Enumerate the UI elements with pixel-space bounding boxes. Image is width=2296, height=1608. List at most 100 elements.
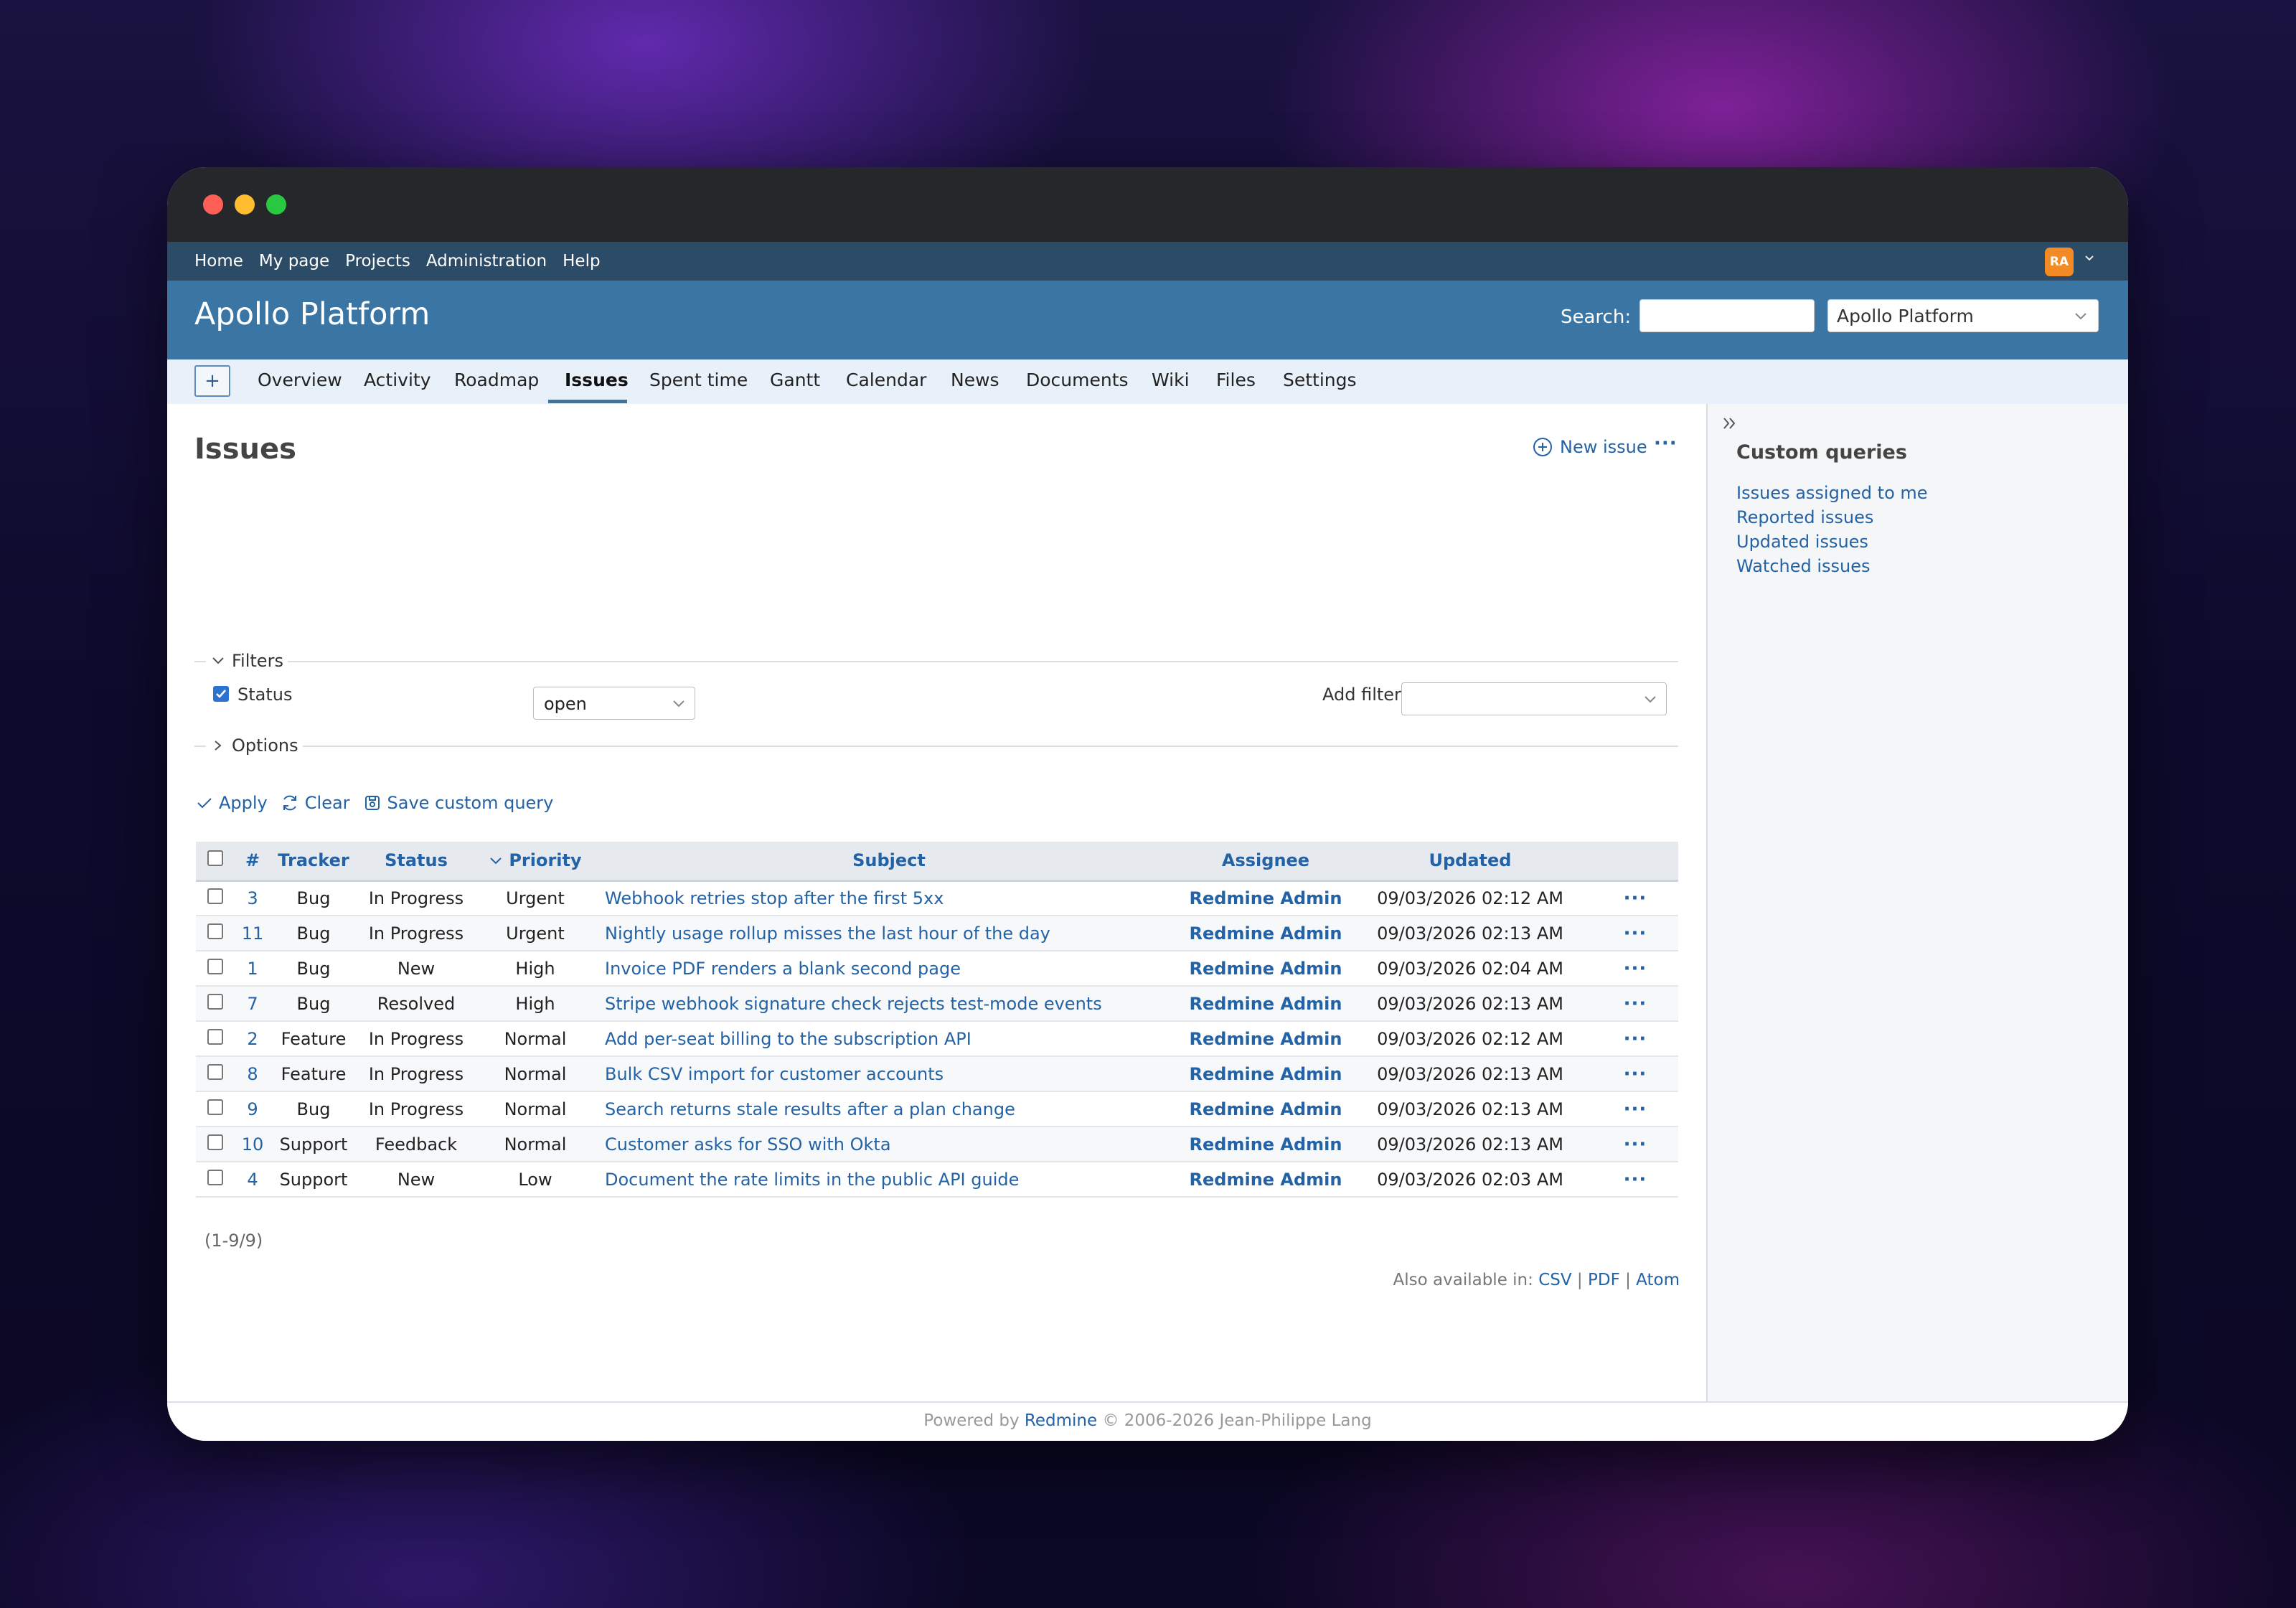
assignee-link[interactable]: Redmine Admin bbox=[1183, 1056, 1348, 1092]
query-watched-issues[interactable]: Watched issues bbox=[1736, 556, 1871, 576]
clear-button[interactable]: Clear bbox=[281, 793, 350, 813]
new-issue-link[interactable]: New issue bbox=[1533, 437, 1647, 457]
tab-wiki[interactable]: Wiki bbox=[1152, 370, 1190, 390]
query-reported-issues[interactable]: Reported issues bbox=[1736, 507, 1873, 527]
top-menu-projects[interactable]: Projects bbox=[345, 252, 410, 271]
subject-link[interactable]: Nightly usage rollup misses the last hou… bbox=[595, 916, 1183, 951]
column-tracker[interactable]: Tracker bbox=[270, 842, 357, 882]
tab-activity[interactable]: Activity bbox=[364, 370, 431, 390]
assignee-link[interactable]: Redmine Admin bbox=[1183, 1127, 1348, 1162]
issue-id-link[interactable]: 11 bbox=[235, 916, 270, 951]
table-row[interactable]: 4 Support New Low Document the rate limits i… bbox=[196, 1162, 1678, 1198]
subject-link[interactable]: Document the rate limits in the public A… bbox=[595, 1162, 1183, 1198]
issue-id-link[interactable]: 9 bbox=[235, 1091, 270, 1127]
tab-gantt[interactable]: Gantt bbox=[770, 370, 820, 390]
apply-button[interactable]: Apply bbox=[196, 793, 268, 813]
close-window-button[interactable] bbox=[203, 194, 223, 215]
options-toggle[interactable]: Options bbox=[206, 735, 303, 756]
row-actions-button[interactable]: ··· bbox=[1592, 880, 1678, 916]
row-actions-button[interactable]: ··· bbox=[1592, 1091, 1678, 1127]
subject-link[interactable]: Bulk CSV import for customer accounts bbox=[595, 1056, 1183, 1092]
tab-roadmap[interactable]: Roadmap bbox=[454, 370, 539, 390]
tab-files[interactable]: Files bbox=[1216, 370, 1256, 390]
row-actions-button[interactable]: ··· bbox=[1592, 951, 1678, 987]
new-object-button[interactable]: + bbox=[194, 365, 230, 397]
column-status[interactable]: Status bbox=[357, 842, 476, 882]
row-actions-button[interactable]: ··· bbox=[1592, 1127, 1678, 1162]
subject-link[interactable]: Webhook retries stop after the first 5xx bbox=[595, 880, 1183, 916]
top-menu-home[interactable]: Home bbox=[194, 252, 243, 271]
tab-issues[interactable]: Issues bbox=[565, 370, 629, 390]
subject-link[interactable]: Invoice PDF renders a blank second page bbox=[595, 951, 1183, 987]
row-actions-button[interactable]: ··· bbox=[1592, 1021, 1678, 1057]
page-actions-menu-button[interactable]: ··· bbox=[1654, 433, 1678, 454]
assignee-link[interactable]: Redmine Admin bbox=[1183, 916, 1348, 951]
maximize-window-button[interactable] bbox=[266, 194, 286, 215]
tab-calendar[interactable]: Calendar bbox=[846, 370, 926, 390]
row-checkbox[interactable] bbox=[207, 958, 223, 974]
query-updated-issues[interactable]: Updated issues bbox=[1736, 532, 1868, 552]
row-checkbox[interactable] bbox=[207, 888, 223, 904]
assignee-link[interactable]: Redmine Admin bbox=[1183, 880, 1348, 916]
assignee-link[interactable]: Redmine Admin bbox=[1183, 951, 1348, 987]
export-atom-link[interactable]: Atom bbox=[1636, 1271, 1680, 1289]
select-all-checkbox[interactable] bbox=[207, 850, 223, 867]
project-jump-select[interactable]: Apollo Platform bbox=[1827, 299, 2099, 332]
table-row[interactable]: 2 Feature In Progress Normal Add per-seat bi… bbox=[196, 1021, 1678, 1057]
tab-overview[interactable]: Overview bbox=[258, 370, 342, 390]
row-actions-button[interactable]: ··· bbox=[1592, 986, 1678, 1022]
issue-id-link[interactable]: 3 bbox=[235, 880, 270, 916]
subject-link[interactable]: Stripe webhook signature check rejects t… bbox=[595, 986, 1183, 1022]
filters-toggle[interactable]: Filters bbox=[206, 651, 288, 671]
issue-id-link[interactable]: 8 bbox=[235, 1056, 270, 1092]
subject-link[interactable]: Add per-seat billing to the subscription… bbox=[595, 1021, 1183, 1057]
table-row[interactable]: 9 Bug In Progress Normal Search returns stal… bbox=[196, 1091, 1678, 1127]
column-assignee[interactable]: Assignee bbox=[1183, 842, 1348, 882]
table-row[interactable]: 8 Feature In Progress Normal Bulk CSV import… bbox=[196, 1056, 1678, 1092]
top-menu-administration[interactable]: Administration bbox=[426, 252, 547, 271]
issue-id-link[interactable]: 1 bbox=[235, 951, 270, 987]
search-input[interactable] bbox=[1639, 299, 1815, 332]
table-row[interactable]: 11 Bug In Progress Urgent Nightly usage roll… bbox=[196, 916, 1678, 951]
status-operator-select[interactable]: open bbox=[533, 687, 695, 720]
top-menu-my-page[interactable]: My page bbox=[259, 252, 329, 271]
row-actions-button[interactable]: ··· bbox=[1592, 916, 1678, 951]
tab-news[interactable]: News bbox=[951, 370, 999, 390]
tab-settings[interactable]: Settings bbox=[1283, 370, 1357, 390]
assignee-link[interactable]: Redmine Admin bbox=[1183, 1091, 1348, 1127]
issue-id-link[interactable]: 2 bbox=[235, 1021, 270, 1057]
column-subject[interactable]: Subject bbox=[595, 842, 1183, 882]
row-checkbox[interactable] bbox=[207, 1169, 223, 1185]
row-checkbox[interactable] bbox=[207, 1099, 223, 1115]
export-pdf-link[interactable]: PDF bbox=[1588, 1271, 1620, 1289]
subject-link[interactable]: Customer asks for SSO with Okta bbox=[595, 1127, 1183, 1162]
row-checkbox[interactable] bbox=[207, 1063, 223, 1080]
row-checkbox[interactable] bbox=[207, 1028, 223, 1045]
table-row[interactable]: 7 Bug Resolved High Stripe webhook signature… bbox=[196, 986, 1678, 1022]
table-row[interactable]: 3 Bug In Progress Urgent Webhook retries sto… bbox=[196, 880, 1678, 916]
column-id[interactable]: # bbox=[235, 842, 270, 882]
tab-documents[interactable]: Documents bbox=[1026, 370, 1129, 390]
export-csv-link[interactable]: CSV bbox=[1538, 1271, 1571, 1289]
row-checkbox[interactable] bbox=[207, 993, 223, 1010]
minimize-window-button[interactable] bbox=[235, 194, 255, 215]
issue-id-link[interactable]: 4 bbox=[235, 1162, 270, 1198]
issue-id-link[interactable]: 7 bbox=[235, 986, 270, 1022]
assignee-link[interactable]: Redmine Admin bbox=[1183, 1021, 1348, 1057]
column-priority[interactable]: Priority bbox=[476, 842, 595, 882]
table-row[interactable]: 10 Support Feedback Normal Customer asks for… bbox=[196, 1127, 1678, 1162]
chevron-down-icon[interactable] bbox=[2084, 253, 2095, 264]
tab-spent-time[interactable]: Spent time bbox=[649, 370, 748, 390]
row-checkbox[interactable] bbox=[207, 923, 223, 939]
assignee-link[interactable]: Redmine Admin bbox=[1183, 986, 1348, 1022]
query-issues-assigned-to-me[interactable]: Issues assigned to me bbox=[1736, 483, 1928, 503]
assignee-link[interactable]: Redmine Admin bbox=[1183, 1162, 1348, 1198]
column-updated[interactable]: Updated bbox=[1348, 842, 1592, 882]
issue-id-link[interactable]: 10 bbox=[235, 1127, 270, 1162]
save-query-button[interactable]: Save custom query bbox=[363, 793, 553, 813]
top-menu-help[interactable]: Help bbox=[563, 252, 600, 271]
table-row[interactable]: 1 Bug New High Invoice PDF renders a blank s… bbox=[196, 951, 1678, 987]
double-chevron-right-icon[interactable] bbox=[1721, 414, 1739, 433]
avatar[interactable]: RA bbox=[2045, 248, 2074, 276]
row-checkbox[interactable] bbox=[207, 1134, 223, 1150]
